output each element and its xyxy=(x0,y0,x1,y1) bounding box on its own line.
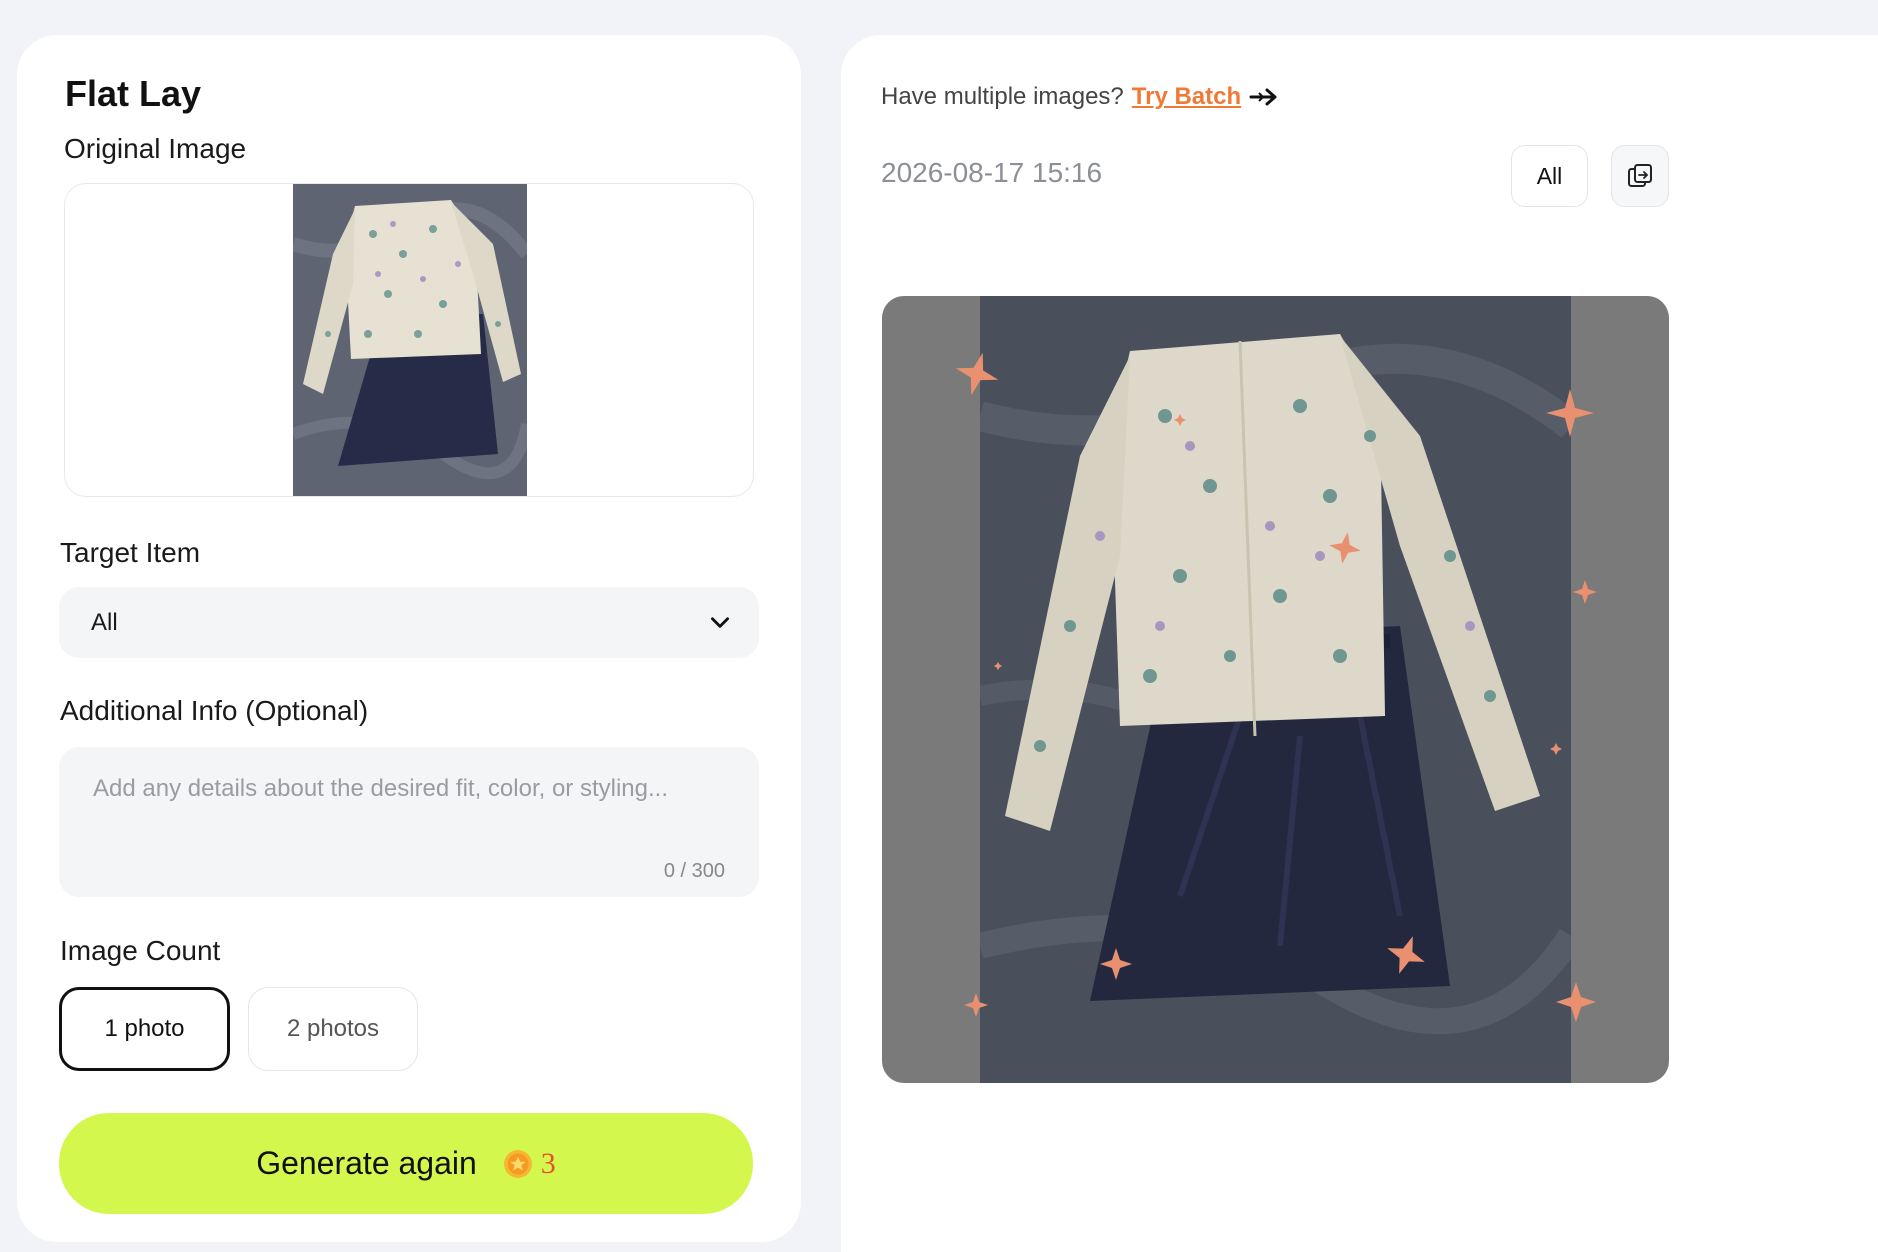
target-item-select[interactable]: All xyxy=(59,587,759,658)
original-image-label: Original Image xyxy=(64,133,247,164)
generate-again-label: Generate again xyxy=(256,1145,477,1181)
batch-prompt-line: Have multiple images? Try Batch xyxy=(881,83,1281,111)
image-count-label: Image Count xyxy=(60,935,221,966)
image-count-option-1-photo[interactable]: 1 photo xyxy=(59,987,230,1071)
image-count-option-2-photos[interactable]: 2 photos xyxy=(248,987,418,1071)
character-counter: 0 / 300 xyxy=(663,860,725,882)
panel-title: Flat Lay xyxy=(65,73,202,114)
original-image-thumbnail xyxy=(293,184,527,496)
target-item-label: Target Item xyxy=(60,537,201,568)
original-image-box[interactable] xyxy=(64,183,754,497)
results-panel: Have multiple images? Try Batch 2026-08-… xyxy=(841,35,1878,1252)
generation-timestamp: 2026-08-17 15:16 xyxy=(881,157,1103,188)
generated-result-image[interactable] xyxy=(882,296,1669,1083)
target-item-value: All xyxy=(91,609,118,636)
filter-all-button[interactable]: All xyxy=(1511,145,1588,207)
compare-images-icon xyxy=(1628,164,1652,187)
generation-cost: 3 xyxy=(540,1146,556,1180)
additional-info-box: 0 / 300 xyxy=(59,747,759,897)
additional-info-textarea[interactable] xyxy=(59,747,759,897)
additional-info-label: Additional Info (Optional) xyxy=(60,695,369,726)
flat-lay-settings-panel: Flat Lay Original Image Target Item All … xyxy=(17,35,801,1242)
try-batch-link[interactable]: Try Batch xyxy=(1132,83,1241,111)
coin-icon xyxy=(503,1149,532,1178)
batch-prompt-text: Have multiple images? xyxy=(881,83,1124,110)
chevron-down-icon xyxy=(711,617,729,628)
compare-images-button[interactable] xyxy=(1611,145,1669,207)
flat-lay-result-photo xyxy=(980,296,1571,1083)
arrow-right-icon[interactable] xyxy=(1249,85,1281,109)
generate-again-button[interactable]: Generate again 3 xyxy=(59,1113,753,1214)
